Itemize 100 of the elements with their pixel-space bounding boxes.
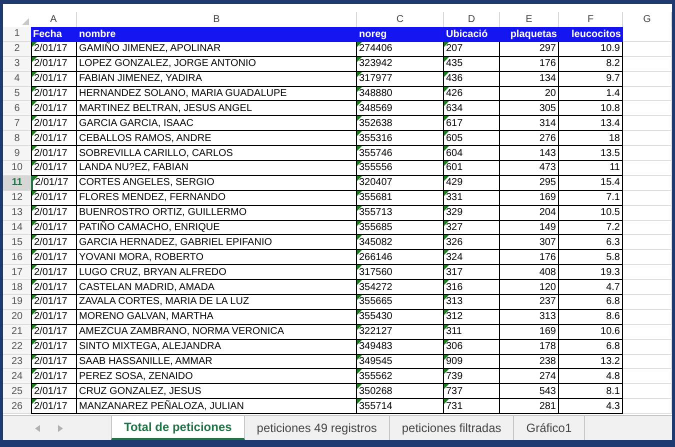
table-cell: CASTELAN MADRID, AMADA (77, 280, 357, 296)
table-cell: GARCIA GARCIA, ISAAC (77, 116, 357, 132)
table-cell: 13.2 (559, 354, 623, 370)
table-cell: FLORES MENDEZ, FERNANDO (77, 190, 357, 206)
empty-cell (623, 340, 672, 355)
table-cell: 317 (444, 265, 500, 280)
empty-cell (623, 324, 672, 340)
table-cell: 909 (444, 354, 500, 370)
table-cell: LANDA NU?EZ, FABIAN (77, 161, 357, 176)
table-cell: 348880 (357, 86, 444, 102)
scroll-left-icon[interactable] (35, 424, 40, 432)
table-cell: 6.8 (559, 295, 623, 310)
table-cell: 355316 (357, 131, 444, 146)
table-cell: 149 (500, 220, 559, 236)
row-header[interactable]: 22 (3, 340, 31, 355)
table-cell: MORENO GALVAN, MARTHA (77, 310, 357, 325)
empty-cell (623, 399, 672, 414)
table-cell: SINTO MIXTEGA, ALEJANDRA (77, 340, 357, 355)
row-header[interactable]: 19 (3, 295, 31, 310)
table-cell: 323942 (357, 56, 444, 72)
table-cell: 169 (500, 190, 559, 206)
row-header[interactable]: 23 (3, 354, 31, 370)
table-cell: 355685 (357, 220, 444, 236)
table-cell: 345082 (357, 235, 444, 250)
empty-cell (623, 56, 672, 72)
row-header[interactable]: 24 (3, 369, 31, 384)
empty-cell (623, 146, 672, 162)
row-header[interactable]: 2 (3, 42, 31, 57)
table-cell: 4.3 (559, 399, 623, 414)
table-cell: HERNANDEZ SOLANO, MARIA GUADALUPE (77, 86, 357, 102)
column-heading: leucocitos (559, 27, 623, 42)
row-header[interactable]: 14 (3, 220, 31, 236)
table-cell: AMEZCUA ZAMBRANO, NORMA VERONICA (77, 324, 357, 340)
table-cell: 2/01/17 (31, 310, 77, 325)
row-header[interactable]: 20 (3, 310, 31, 325)
row-header[interactable]: 3 (3, 56, 31, 72)
table-cell: PATIÑO CAMACHO, ENRIQUE (77, 220, 357, 236)
table-cell: 2/01/17 (31, 72, 77, 87)
table-cell: GARCIA HERNADEZ, GABRIEL EPIFANIO (77, 235, 357, 250)
table-cell: YOVANI MORA, ROBERTO (77, 250, 357, 266)
table-cell: 8.2 (559, 56, 623, 72)
table-cell: 355746 (357, 146, 444, 162)
sheet-tab[interactable]: peticiones filtradas (390, 416, 514, 440)
table-cell: 4.7 (559, 280, 623, 296)
row-header[interactable]: 5 (3, 86, 31, 102)
table-cell: 207 (444, 42, 500, 57)
table-cell: BUENROSTRO ORTIZ, GUILLERMO (77, 206, 357, 221)
table-cell: 2/01/17 (31, 220, 77, 236)
scroll-right-icon[interactable] (58, 424, 63, 432)
table-cell: 313 (500, 310, 559, 325)
table-cell: 348569 (357, 101, 444, 116)
table-cell: 355681 (357, 190, 444, 206)
row-header[interactable]: 8 (3, 131, 31, 146)
table-cell: 281 (500, 399, 559, 414)
row-header[interactable]: 26 (3, 399, 31, 414)
empty-cell (623, 161, 672, 176)
row-header[interactable]: 6 (3, 101, 31, 116)
table-cell: 349483 (357, 340, 444, 355)
table-cell: 435 (444, 56, 500, 72)
row-header[interactable]: 18 (3, 280, 31, 296)
sheet-tab[interactable]: Gráfico1 (514, 416, 585, 440)
row-header[interactable]: 4 (3, 72, 31, 87)
table-cell: 311 (444, 324, 500, 340)
table-cell: 8.1 (559, 384, 623, 400)
row-header[interactable]: 10 (3, 161, 31, 176)
table-cell: 238 (500, 354, 559, 370)
table-cell: 355713 (357, 206, 444, 221)
table-cell: 237 (500, 295, 559, 310)
row-header[interactable]: 16 (3, 250, 31, 266)
row-header[interactable]: 9 (3, 146, 31, 162)
row-header[interactable]: 12 (3, 190, 31, 206)
row-header[interactable]: 13 (3, 206, 31, 221)
table-cell: 2/01/17 (31, 190, 77, 206)
table-cell: 6.8 (559, 340, 623, 355)
empty-cell (623, 190, 672, 206)
table-cell: 320407 (357, 176, 444, 191)
sheet-tab[interactable]: Total de peticiones (111, 416, 245, 440)
empty-cell (623, 310, 672, 325)
empty-cell (623, 280, 672, 296)
row-header[interactable]: 11 (3, 176, 31, 191)
table-cell: 543 (500, 384, 559, 400)
table-cell: 605 (444, 131, 500, 146)
row-header[interactable]: 7 (3, 116, 31, 132)
table-cell: 731 (444, 399, 500, 414)
table-cell: 15.4 (559, 176, 623, 191)
empty-cell (623, 116, 672, 132)
table-cell: LOPEZ GONZALEZ, JORGE ANTONIO (77, 56, 357, 72)
row-header[interactable]: 17 (3, 265, 31, 280)
table-cell: 354272 (357, 280, 444, 296)
row-header[interactable]: 15 (3, 235, 31, 250)
row-header[interactable]: 25 (3, 384, 31, 400)
table-cell: 436 (444, 72, 500, 87)
empty-cell (623, 86, 672, 102)
table-cell: 2/01/17 (31, 369, 77, 384)
sheet-tab[interactable]: peticiones 49 registros (244, 416, 390, 440)
row-header[interactable]: 1 (3, 27, 31, 42)
row-header[interactable]: 21 (3, 324, 31, 340)
table-cell: 9.7 (559, 72, 623, 87)
table-cell: 324 (444, 250, 500, 266)
empty-cell (623, 250, 672, 266)
